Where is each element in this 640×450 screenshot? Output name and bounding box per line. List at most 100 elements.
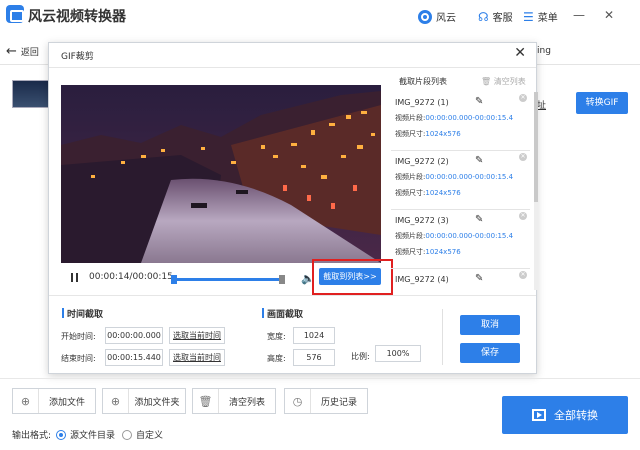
- size-value: 1024x576: [425, 248, 461, 256]
- highlight-box: [312, 259, 393, 295]
- width-label: 宽度:: [267, 332, 286, 341]
- pause-icon[interactable]: [71, 273, 79, 282]
- video-preview: [61, 85, 381, 263]
- back-label: 返回: [20, 48, 39, 58]
- clip-list-scrollbar[interactable]: [534, 92, 538, 290]
- edit-icon[interactable]: ✎: [475, 273, 483, 284]
- clip-name: IMG_9272 (3): [395, 216, 449, 225]
- clip-name: IMG_9272 (2): [395, 157, 449, 166]
- minimize-button[interactable]: —: [570, 6, 588, 24]
- app-title: 风云视频转换器: [28, 9, 126, 25]
- arrow-left-icon: ←: [6, 44, 17, 59]
- menu-icon: ☰: [523, 9, 534, 24]
- end-time-field[interactable]: 00:00:15.440: [105, 349, 163, 366]
- edit-icon[interactable]: ✎: [475, 155, 483, 166]
- clip-item[interactable]: IMG_9272 (1) ✎ ✕ 视频片段:00:00:00.000-00:00…: [391, 92, 530, 151]
- edit-icon[interactable]: ✎: [475, 214, 483, 225]
- segment-label: 视频片段:: [395, 173, 426, 181]
- clip-item[interactable]: IMG_9272 (2) ✎ ✕ 视频片段:00:00:00.000-00:00…: [391, 151, 530, 210]
- save-button[interactable]: 保存: [460, 343, 520, 363]
- segment-value: 00:00:00.000-00:00:15.4: [425, 232, 514, 240]
- clear-clip-list-button[interactable]: 🗑 清空列表: [481, 76, 526, 87]
- size-label: 视频尺寸:: [395, 248, 426, 256]
- radio-custom[interactable]: 自定义: [122, 428, 163, 441]
- width-field[interactable]: 1024: [293, 327, 335, 344]
- time-section-title: 时间截取: [61, 307, 103, 320]
- size-value: 1024x576: [425, 189, 461, 197]
- brand-label: 风云: [436, 13, 456, 24]
- file-thumbnail: [12, 80, 52, 108]
- headset-icon: ☊: [478, 9, 489, 24]
- add-file-button[interactable]: ⊕ 添加文件: [12, 388, 96, 414]
- history-label: 历史记录: [320, 397, 357, 408]
- dialog-divider: [49, 67, 536, 68]
- trim-range-track[interactable]: [173, 278, 285, 281]
- cancel-button[interactable]: 取消: [460, 315, 520, 335]
- radio-custom-label: 自定义: [136, 431, 164, 441]
- convert-gif-button[interactable]: 转换GIF: [576, 92, 628, 114]
- menu-button[interactable]: ☰ 菜单: [523, 9, 558, 25]
- add-folder-button[interactable]: ⊕ 添加文件夹: [102, 388, 186, 414]
- dialog-title: GIF裁剪: [61, 52, 94, 62]
- height-field[interactable]: 576: [293, 349, 335, 366]
- app-logo-icon: [6, 5, 24, 23]
- trash-icon: 🗑: [193, 389, 219, 413]
- player-controls: 00:00:14/00:00:15 🔈 截取到列表>>: [61, 259, 393, 295]
- output-address-link[interactable]: 址: [537, 98, 546, 111]
- service-label: 客服: [492, 13, 513, 24]
- dialog-lower-divider: [49, 295, 536, 296]
- segment-value: 00:00:00.000-00:00:15.4: [425, 173, 514, 181]
- dialog-close-button[interactable]: ✕: [514, 45, 526, 61]
- brand-link[interactable]: 风云: [418, 9, 456, 24]
- history-button[interactable]: ◷ 历史记录: [284, 388, 368, 414]
- remove-clip-icon[interactable]: ✕: [519, 94, 527, 102]
- radio-source-dir-label: 源文件目录: [70, 431, 116, 441]
- close-window-button[interactable]: ✕: [600, 6, 618, 24]
- time-display: 00:00:14/00:00:15: [89, 272, 173, 282]
- pick-end-current-button[interactable]: 选取当前时间: [169, 349, 225, 366]
- clear-list-button[interactable]: 🗑 清空列表: [192, 388, 276, 414]
- clear-list-label: 清空列表: [228, 397, 265, 408]
- remove-clip-icon[interactable]: ✕: [519, 271, 527, 279]
- clip-list-title: 截取片段列表: [399, 77, 447, 86]
- output-format-label: 输出格式:: [12, 431, 52, 441]
- menu-label: 菜单: [537, 13, 558, 24]
- add-folder-label: 添加文件夹: [134, 397, 180, 408]
- size-value: 1024x576: [425, 130, 461, 138]
- end-time-label: 结束时间:: [61, 354, 96, 363]
- size-label: 视频尺寸:: [395, 189, 426, 197]
- ratio-label: 比例:: [351, 352, 370, 361]
- add-file-icon: ⊕: [13, 389, 39, 413]
- clip-list: IMG_9272 (1) ✎ ✕ 视频片段:00:00:00.000-00:00…: [391, 92, 530, 290]
- radio-checked-icon: [56, 429, 66, 440]
- trim-end-handle[interactable]: [279, 275, 285, 284]
- customer-service-button[interactable]: ☊ 客服: [478, 9, 513, 25]
- partial-text: ing: [537, 46, 551, 56]
- gif-crop-dialog: GIF裁剪 ✕ 00:00:14/00:00:15 🔈 截取到列表>> 截取片段…: [48, 42, 538, 374]
- edit-icon[interactable]: ✎: [475, 96, 483, 107]
- segment-value: 00:00:00.000-00:00:15.4: [425, 114, 514, 122]
- clip-name: IMG_9272 (1): [395, 98, 449, 107]
- radio-source-dir[interactable]: 源文件目录: [56, 428, 115, 441]
- remove-clip-icon[interactable]: ✕: [519, 153, 527, 161]
- start-time-field[interactable]: 00:00:00.000: [105, 327, 163, 344]
- brand-ring-icon: [418, 9, 432, 24]
- actions-divider: [442, 309, 443, 365]
- trim-start-handle[interactable]: [171, 275, 177, 284]
- pick-start-current-button[interactable]: 选取当前时间: [169, 327, 225, 344]
- ratio-field[interactable]: 100%: [375, 345, 421, 362]
- remove-clip-icon[interactable]: ✕: [519, 212, 527, 220]
- segment-label: 视频片段:: [395, 232, 426, 240]
- convert-all-button[interactable]: 全部转换: [502, 396, 628, 434]
- clear-clip-list-label: 清空列表: [493, 77, 526, 86]
- scrollbar-thumb[interactable]: [534, 92, 538, 202]
- radio-unchecked-icon: [122, 429, 132, 440]
- size-label: 视频尺寸:: [395, 130, 426, 138]
- clip-item[interactable]: IMG_9272 (4) ✎ ✕: [391, 269, 530, 290]
- back-button[interactable]: ← 返回: [6, 44, 39, 59]
- clock-icon: ◷: [285, 389, 311, 413]
- segment-label: 视频片段:: [395, 114, 426, 122]
- frame-section-title: 画面截取: [261, 307, 303, 320]
- start-time-label: 开始时间:: [61, 332, 96, 341]
- clip-item[interactable]: IMG_9272 (3) ✎ ✕ 视频片段:00:00:00.000-00:00…: [391, 210, 530, 269]
